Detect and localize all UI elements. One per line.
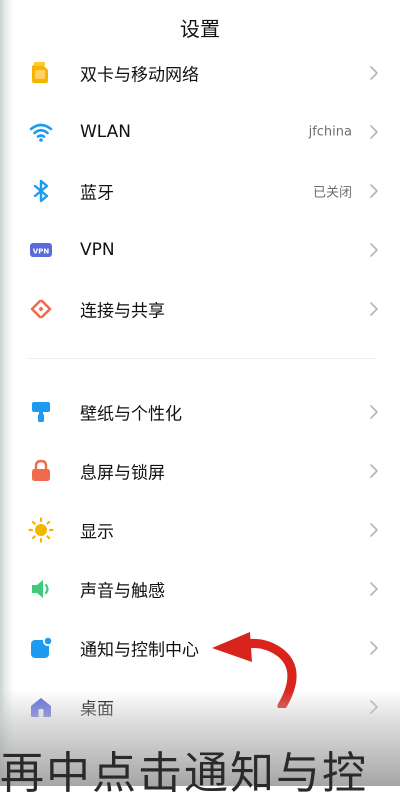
settings-item-desktop[interactable]: 桌面 <box>0 679 400 735</box>
group-divider <box>28 358 376 359</box>
chevron-right-icon <box>370 125 378 139</box>
settings-item-label: 桌面 <box>80 699 114 720</box>
svg-text:VPN: VPN <box>33 248 50 256</box>
brush-icon <box>28 399 54 425</box>
settings-item-sim-network[interactable]: 双卡与移动网络 <box>0 45 400 101</box>
vpn-icon: VPN <box>28 237 54 263</box>
settings-item-label: 息屏与锁屏 <box>80 463 165 484</box>
settings-item-label: VPN <box>80 240 115 260</box>
speaker-icon <box>28 576 54 602</box>
chevron-right-icon <box>370 582 378 596</box>
settings-item-value: 已关闭 <box>312 185 352 201</box>
settings-item-label: 双卡与移动网络 <box>80 65 199 86</box>
settings-item-label: 通知与控制中心 <box>80 640 199 661</box>
settings-item-label: 声音与触感 <box>80 581 165 602</box>
settings-item-label: 显示 <box>80 522 114 543</box>
sim-card-icon <box>28 60 54 86</box>
chevron-right-icon <box>370 184 378 198</box>
settings-item-value: jfchina <box>308 124 352 140</box>
settings-item-notification[interactable]: 通知与控制中心 <box>0 620 400 676</box>
chevron-right-icon <box>370 243 378 257</box>
annotation-arrow-icon <box>212 632 297 708</box>
chevron-right-icon <box>370 641 378 655</box>
chevron-right-icon <box>370 523 378 537</box>
settings-item-label: 连接与共享 <box>80 301 165 322</box>
settings-item-label: 蓝牙 <box>80 183 114 204</box>
wifi-icon <box>28 119 54 145</box>
bluetooth-icon <box>28 178 54 204</box>
notification-icon <box>28 635 54 661</box>
settings-item-wlan[interactable]: WLAN jfchina <box>0 104 400 160</box>
home-icon <box>28 694 54 720</box>
chevron-right-icon <box>370 700 378 714</box>
page-title: 设置 <box>180 17 220 41</box>
settings-item-label: 壁纸与个性化 <box>80 404 182 425</box>
share-icon <box>28 296 54 322</box>
settings-item-lockscreen[interactable]: 息屏与锁屏 <box>0 443 400 499</box>
chevron-right-icon <box>370 302 378 316</box>
settings-item-label: WLAN <box>80 122 132 142</box>
settings-item-sound[interactable]: 声音与触感 <box>0 561 400 617</box>
chevron-right-icon <box>370 464 378 478</box>
settings-item-wallpaper[interactable]: 壁纸与个性化 <box>0 384 400 440</box>
settings-item-bluetooth[interactable]: 蓝牙 已关闭 <box>0 163 400 219</box>
settings-item-vpn[interactable]: VPN VPN <box>0 222 400 278</box>
lock-icon <box>28 458 54 484</box>
chevron-right-icon <box>370 405 378 419</box>
video-caption: 再中点击通知与控 <box>0 748 368 799</box>
sun-icon <box>28 517 54 543</box>
settings-item-display[interactable]: 显示 <box>0 502 400 558</box>
chevron-right-icon <box>370 66 378 80</box>
settings-item-connection-share[interactable]: 连接与共享 <box>0 281 400 337</box>
